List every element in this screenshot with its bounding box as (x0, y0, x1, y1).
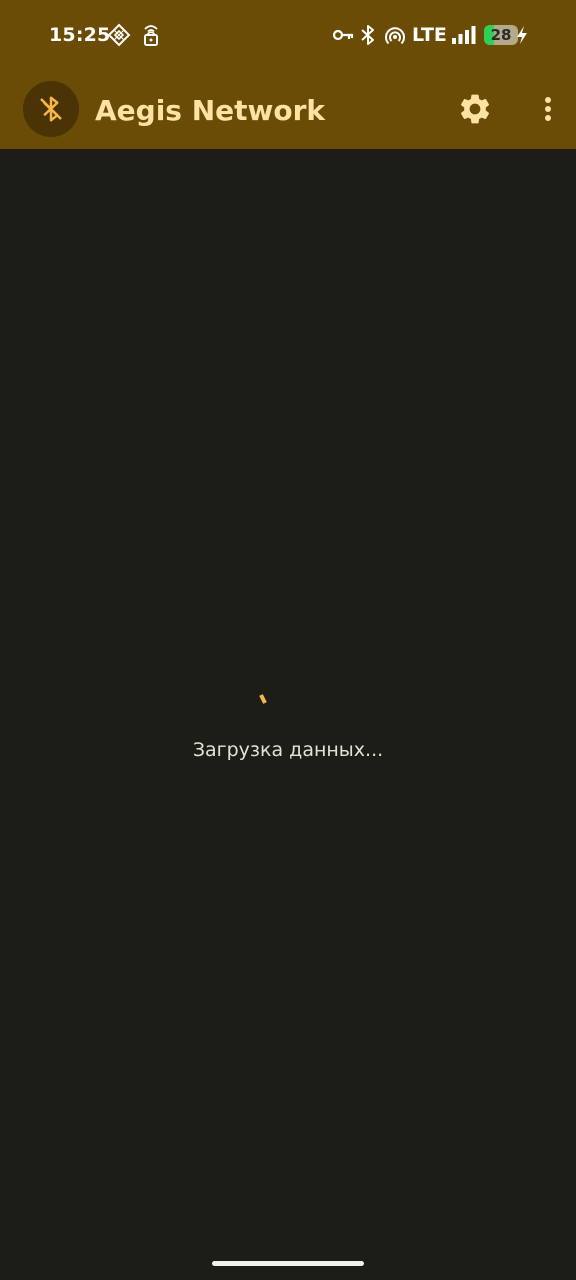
hotspot-icon (385, 27, 405, 45)
bluetooth-icon (361, 25, 374, 45)
battery-icon: 28 (484, 25, 518, 45)
battery-level: 28 (490, 26, 512, 44)
charging-icon (517, 26, 527, 44)
network-type: LTE (412, 24, 447, 46)
app-logo (23, 81, 79, 137)
content-area: Загрузка данных... (0, 149, 576, 1280)
app-bar: Aegis Network (0, 72, 576, 149)
key-icon (332, 29, 354, 41)
signal-icon (452, 26, 476, 44)
app-title: Aegis Network (95, 94, 326, 127)
settings-icon[interactable] (457, 91, 493, 127)
nfc-pay-icon (107, 23, 131, 47)
status-time: 15:25 (49, 24, 111, 46)
status-bar: 15:25 LTE 28 (0, 0, 576, 72)
loading-spinner (259, 694, 267, 704)
bluetooth-disabled-icon (40, 96, 62, 122)
loading-text: Загрузка данных... (192, 739, 384, 761)
vpn-lock-icon (144, 25, 158, 46)
home-indicator[interactable] (212, 1261, 364, 1266)
more-vert-icon[interactable] (528, 91, 556, 127)
